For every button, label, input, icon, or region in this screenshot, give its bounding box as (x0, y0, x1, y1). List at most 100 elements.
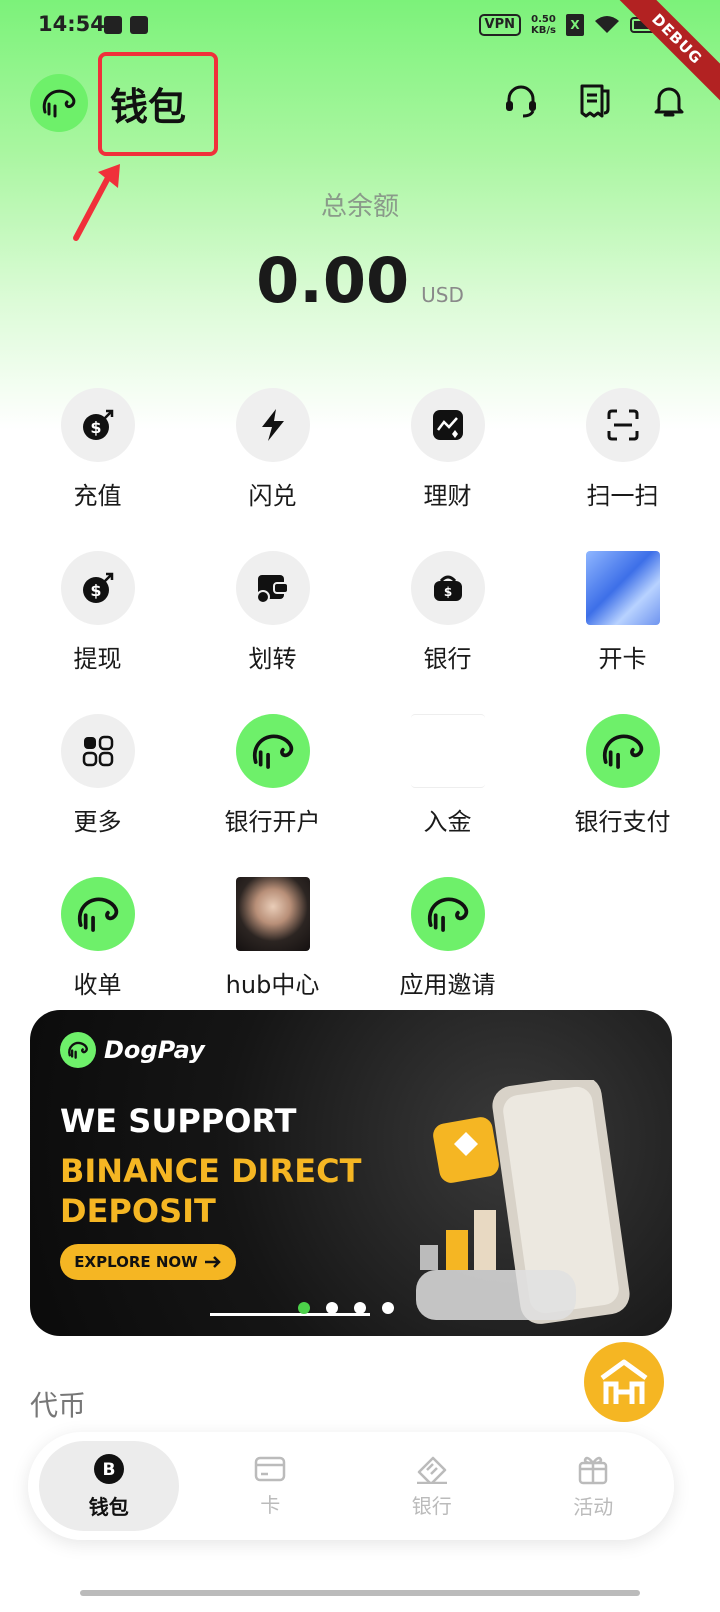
svg-text:$: $ (90, 418, 101, 437)
grid-label: 开卡 (598, 645, 647, 673)
grid-item-deposit[interactable]: $ 充值 (10, 388, 185, 511)
promo-banner[interactable]: DogPay WE SUPPORT BINANCE DIRECT DEPOSIT… (30, 1010, 672, 1336)
net-speed-unit: KB/s (531, 25, 556, 36)
svg-text:$: $ (443, 585, 451, 599)
cat-app-icon (104, 16, 122, 34)
blank-icon (410, 714, 485, 788)
nav-item-bank[interactable]: 银行 (362, 1441, 502, 1531)
dog-logo-icon (235, 714, 310, 788)
dog-logo-icon (42, 89, 76, 118)
portrait-thumb (235, 877, 310, 951)
grid-label: 更多 (73, 808, 122, 836)
card-art-icon (585, 551, 660, 625)
status-app-icons (104, 16, 148, 34)
dog-logo-icon (410, 877, 485, 951)
wallet-icon (235, 551, 310, 625)
explore-now-button[interactable]: EXPLORE NOW (60, 1244, 236, 1280)
grid-item-bank[interactable]: $ 银行 (360, 551, 535, 674)
explore-now-label: EXPLORE NOW (74, 1253, 198, 1271)
deposit-icon: $ (60, 388, 135, 462)
balance-row: 0.00 USD (0, 244, 720, 317)
bell-icon (654, 87, 684, 117)
banner-headline-2: BINANCE DIRECT (60, 1152, 362, 1190)
nav-item-card[interactable]: 卡 (200, 1441, 340, 1531)
banner-headline-3: DEPOSIT (60, 1192, 216, 1230)
chart-icon (410, 388, 485, 462)
bank-bag-icon: $ (410, 551, 485, 625)
banner-dot-active[interactable] (298, 1302, 310, 1314)
customer-service-button[interactable] (500, 80, 542, 122)
grid-label: 银行 (423, 645, 472, 673)
banner-logo: DogPay (60, 1032, 205, 1068)
grid-item-wealth[interactable]: 理财 (360, 388, 535, 511)
nav-item-activity[interactable]: 活动 (523, 1441, 663, 1531)
nav-label: 银行 (411, 1493, 452, 1518)
tiktok-icon (130, 16, 148, 34)
status-time: 14:54 (38, 12, 105, 36)
flash-icon (235, 388, 310, 462)
grid-label: 闪兑 (248, 482, 297, 510)
nav-label: 钱包 (88, 1494, 129, 1519)
grid-item-transfer[interactable]: 划转 (185, 551, 360, 674)
gift-icon (579, 1456, 608, 1484)
grid-label: 收单 (73, 971, 122, 999)
home-gate-icon (600, 1359, 648, 1404)
sim-icon: X (566, 14, 584, 36)
grid-item-bank-account[interactable]: 银行开户 (185, 714, 360, 837)
arrow-right-icon (204, 1256, 221, 1268)
grid-item-acquiring[interactable]: 收单 (10, 877, 185, 1000)
receipt-icon (580, 84, 610, 118)
banner-dot[interactable] (382, 1302, 394, 1314)
grid-item-flash-swap[interactable]: 闪兑 (185, 388, 360, 511)
nav-item-wallet[interactable]: B 钱包 (38, 1441, 179, 1531)
nav-label: 卡 (260, 1492, 281, 1517)
floating-action-button[interactable] (584, 1342, 664, 1422)
balance-label: 总余额 (320, 192, 399, 222)
function-grid: $ 充值 闪兑 理财 扫一扫 $ 提现 划转 $ 银行 开卡 更多 银行开户 入… (0, 388, 720, 1000)
svg-text:B: B (102, 1460, 115, 1480)
grid-label: 充值 (73, 482, 122, 510)
banner-brand: DogPay (104, 1036, 205, 1064)
tokens-section-title: 代币 (30, 1389, 87, 1422)
withdraw-icon: $ (60, 551, 135, 625)
grid-item-scan[interactable]: 扫一扫 (535, 388, 710, 511)
banner-dot[interactable] (354, 1302, 366, 1314)
headset-icon (506, 85, 536, 118)
scan-icon (585, 388, 660, 462)
notifications-button[interactable] (648, 80, 690, 122)
grid-item-more[interactable]: 更多 (10, 714, 185, 837)
header-icons (500, 80, 690, 122)
banner-pagination (298, 1302, 394, 1314)
phone-binance-illustration (416, 1080, 630, 1324)
grid-item-fund-in[interactable]: 入金 (360, 714, 535, 837)
grid-label: 划转 (248, 645, 297, 673)
grid-label: 入金 (423, 808, 472, 836)
status-bar: 14:54 VPN 0.50 KB/s X DEBUG (0, 0, 720, 109)
records-button[interactable] (574, 80, 616, 122)
bottom-nav: B 钱包 卡 银行 活动 (28, 1432, 674, 1540)
banner-headline-1: WE SUPPORT (60, 1102, 297, 1140)
dog-logo-icon (60, 877, 135, 951)
grid-item-app-invite[interactable]: 应用邀请 (360, 877, 535, 1000)
grid-item-bank-pay[interactable]: 银行支付 (535, 714, 710, 837)
dog-logo-icon (60, 1032, 96, 1068)
balance-amount: 0.00 (256, 244, 410, 317)
grid-label: 扫一扫 (586, 482, 659, 510)
grid-item-open-card[interactable]: 开卡 (535, 551, 710, 674)
svg-text:$: $ (90, 581, 101, 600)
dog-logo-icon (585, 714, 660, 788)
grid-item-hub[interactable]: hub中心 (185, 877, 360, 1000)
grid-label: 银行开户 (224, 808, 321, 836)
card-icon (255, 1456, 286, 1481)
grid-item-withdraw[interactable]: $ 提现 (10, 551, 185, 674)
status-right-group: VPN 0.50 KB/s X (478, 14, 660, 36)
banner-dot[interactable] (326, 1302, 338, 1314)
nav-label: 活动 (573, 1494, 614, 1519)
grid-label: 理财 (423, 482, 472, 510)
balance-currency: USD (421, 283, 464, 307)
grid-label: 银行支付 (574, 808, 671, 836)
bitcoin-icon: B (93, 1453, 124, 1484)
grid-label: 提现 (73, 645, 122, 673)
page-title: 钱包 (110, 85, 187, 129)
avatar[interactable] (30, 74, 88, 132)
